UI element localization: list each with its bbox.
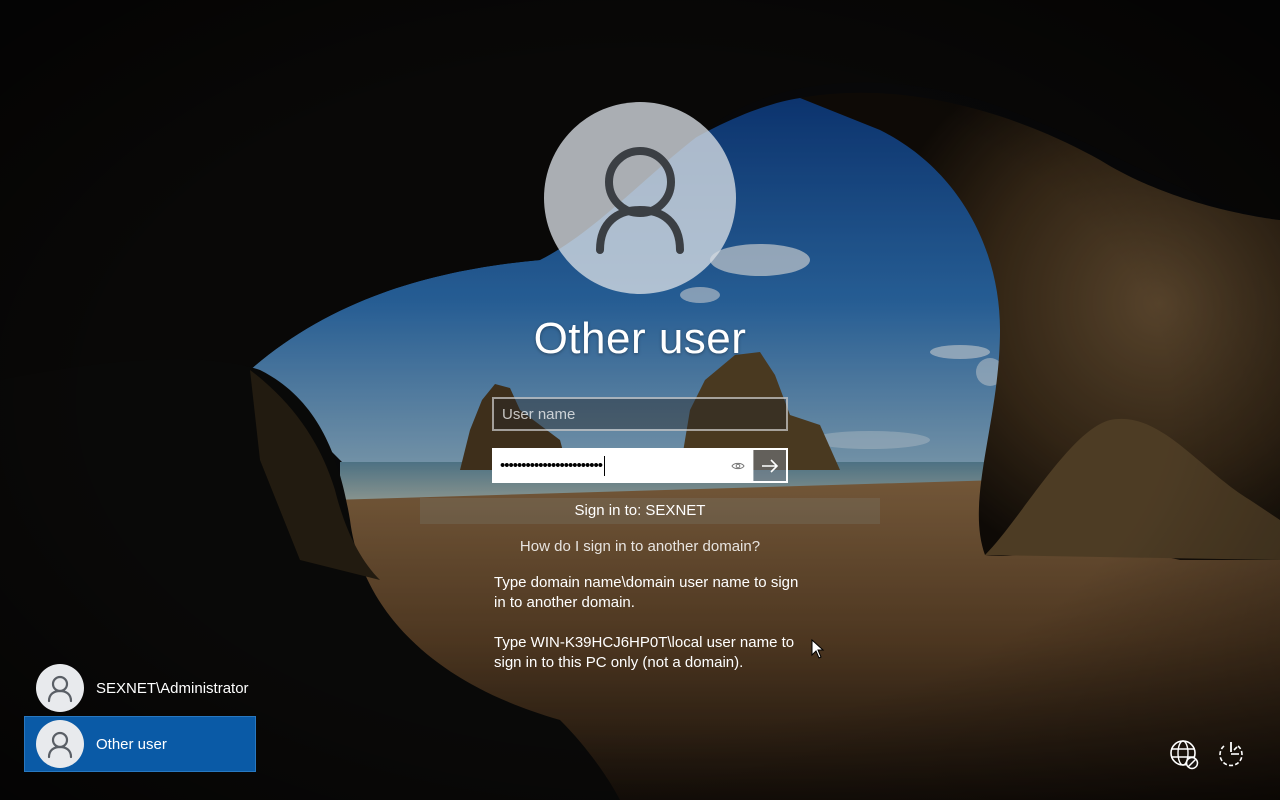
user-list-label: SEXNET\Administrator — [96, 679, 249, 697]
eye-icon — [731, 462, 745, 469]
reveal-password-button[interactable] — [723, 450, 753, 481]
arrow-right-icon — [762, 458, 779, 473]
lock-screen: Other user •••••••••••••••••••••••• Sign… — [0, 0, 1280, 800]
password-row: •••••••••••••••••••••••• — [492, 448, 788, 483]
page-title: Other user — [533, 314, 747, 363]
power-button[interactable] — [1213, 736, 1249, 772]
sign-in-domain-label: Sign in to: SEXNET — [574, 502, 706, 519]
text-caret — [604, 455, 606, 476]
password-mask: •••••••••••••••••••••••• — [500, 457, 603, 474]
other-domain-link[interactable]: How do I sign in to another domain? — [440, 538, 840, 555]
avatar — [36, 720, 84, 768]
avatar — [36, 664, 84, 712]
password-input[interactable]: •••••••••••••••••••••••• — [494, 450, 723, 481]
help-local-text: Type WIN-K39HCJ6HP0T\local user name to … — [494, 634, 795, 671]
globe-disconnected-icon — [1170, 740, 1199, 770]
ease-of-access-power-icon — [1219, 742, 1243, 767]
user-list-item-administrator[interactable]: SEXNET\Administrator — [24, 660, 256, 716]
person-icon — [47, 731, 73, 759]
network-button[interactable] — [1166, 736, 1202, 772]
user-list-label: Other user — [96, 735, 167, 753]
mouse-cursor — [811, 639, 825, 659]
user-avatar — [544, 102, 736, 294]
person-icon — [47, 675, 73, 703]
user-list-item-other-user[interactable]: Other user — [24, 716, 256, 772]
username-input[interactable] — [492, 397, 788, 431]
help-domain-text: Type domain name\domain user name to sig… — [494, 574, 799, 611]
submit-button[interactable] — [753, 450, 786, 481]
person-icon — [596, 147, 684, 254]
